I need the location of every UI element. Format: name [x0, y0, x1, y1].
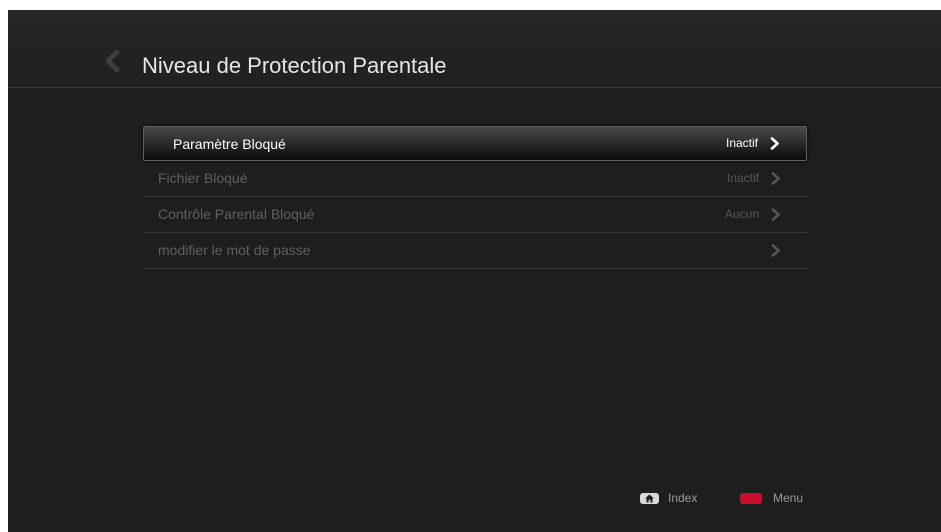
- red-menu-key[interactable]: [740, 493, 762, 504]
- tv-screen: Niveau de Protection Parentale Paramètre…: [8, 10, 941, 532]
- menu-item-label: Fichier Bloqué: [158, 170, 248, 186]
- menu-item-parametre-bloque[interactable]: Paramètre Bloqué Inactif: [143, 126, 807, 161]
- chevron-right-icon: [771, 172, 780, 185]
- chevron-left-icon[interactable]: [102, 50, 124, 72]
- menu-item-label: modifier le mot de passe: [158, 242, 311, 258]
- home-icon: [645, 494, 654, 503]
- menu-item-label: Contrôle Parental Bloqué: [158, 206, 315, 222]
- index-label: Index: [668, 491, 698, 505]
- settings-menu-list: Paramètre Bloqué Inactif Fichier Bloqué …: [143, 126, 807, 269]
- menu-item-fichier-bloque[interactable]: Fichier Bloqué Inactif: [143, 161, 807, 197]
- menu-item-value: Inactif: [726, 171, 759, 185]
- chevron-right-icon: [771, 208, 780, 221]
- menu-item-modifier-mot-de-passe[interactable]: modifier le mot de passe: [143, 233, 807, 269]
- chevron-right-icon: [771, 244, 780, 257]
- home-key[interactable]: [640, 493, 659, 504]
- page-title: Niveau de Protection Parentale: [142, 53, 447, 78]
- menu-item-value: Inactif: [725, 136, 758, 150]
- menu-item-controle-parental-bloque[interactable]: Contrôle Parental Bloqué Aucun: [143, 197, 807, 233]
- chevron-right-icon: [770, 137, 779, 150]
- menu-label: Menu: [773, 491, 804, 505]
- menu-item-label: Paramètre Bloqué: [173, 136, 286, 152]
- header-bar: Niveau de Protection Parentale: [8, 10, 941, 88]
- footer-key-hints: Index Menu: [8, 488, 941, 508]
- menu-item-value: Aucun: [724, 207, 759, 221]
